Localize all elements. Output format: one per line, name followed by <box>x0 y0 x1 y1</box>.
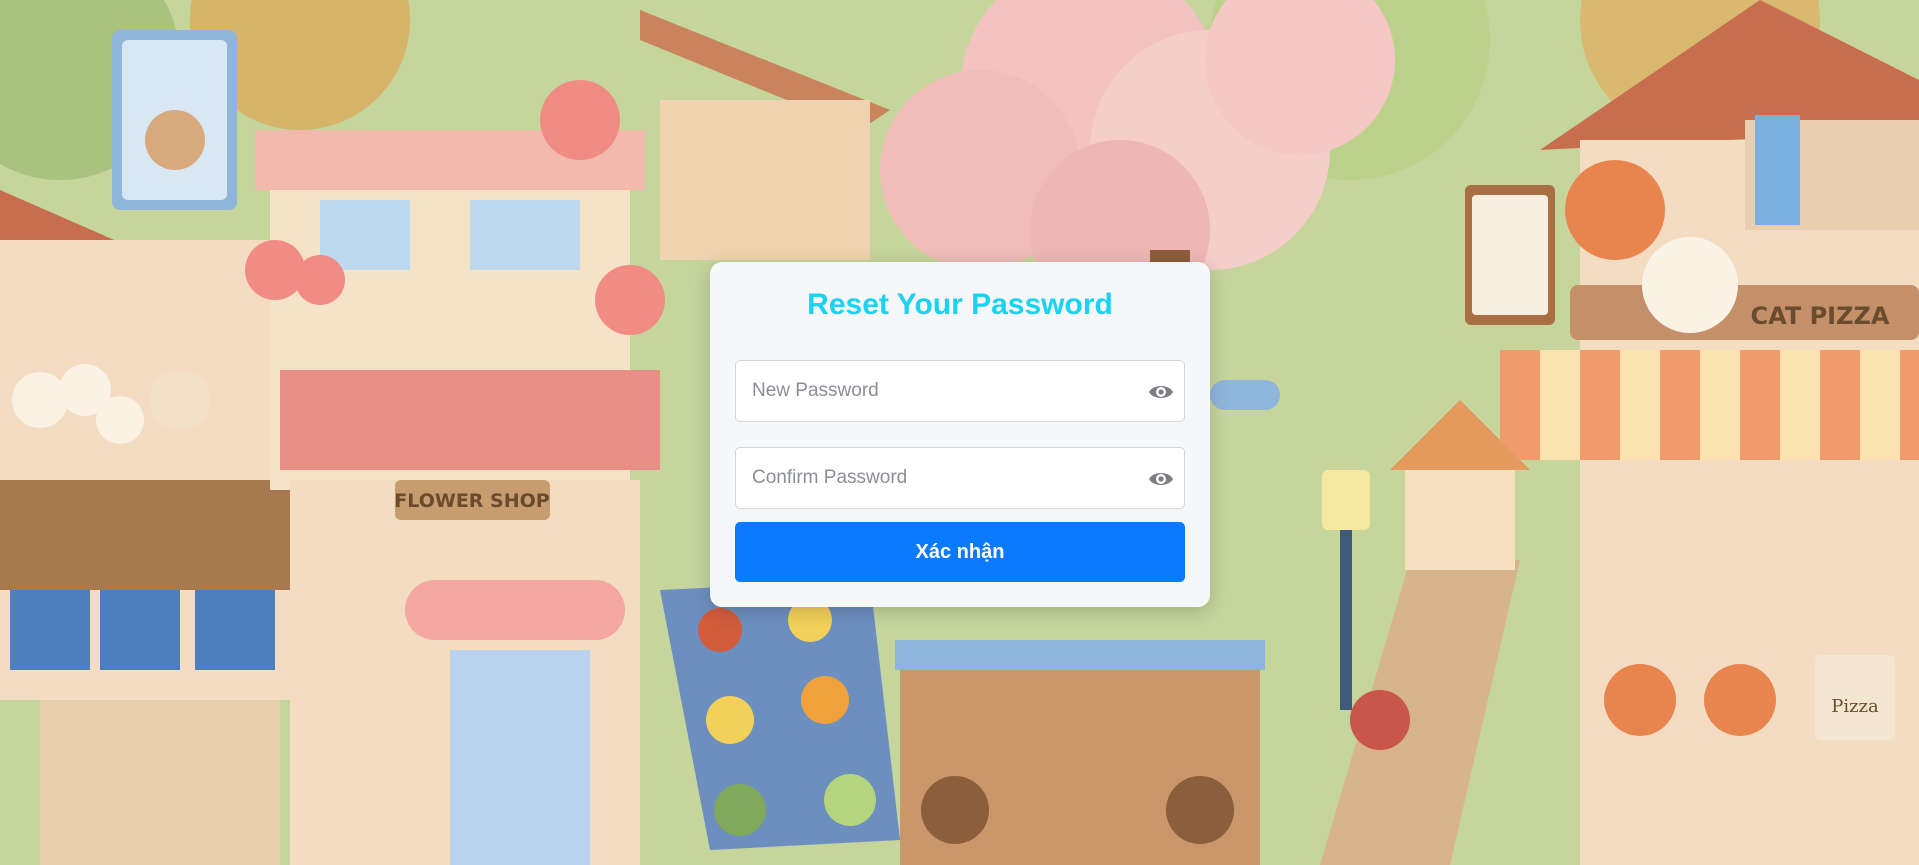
eye-icon[interactable] <box>1148 467 1174 491</box>
flower-shop-sign: FLOWER SHOP <box>394 490 549 512</box>
eye-icon[interactable] <box>1148 380 1174 404</box>
pizza-box-label: Pizza <box>1831 696 1879 717</box>
confirm-password-input[interactable] <box>736 448 1184 508</box>
reset-password-card: Reset Your Password Xác nhận <box>710 262 1210 607</box>
new-password-field <box>735 360 1185 422</box>
flower-shop: FLOWER SHOP <box>245 80 665 865</box>
page-title: Reset Your Password <box>807 288 1113 321</box>
bear-sign <box>112 30 237 210</box>
confirm-button[interactable]: Xác nhận <box>735 522 1185 582</box>
new-password-input[interactable] <box>736 361 1184 421</box>
cat-pizza-sign: CAT PIZZA <box>1751 302 1890 330</box>
confirm-password-field <box>735 447 1185 509</box>
